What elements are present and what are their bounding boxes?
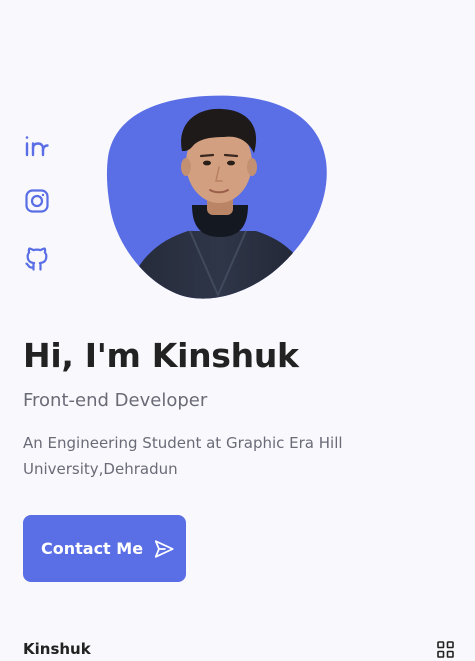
bottom-header: Kinshuk (0, 633, 475, 661)
instagram-icon (25, 189, 49, 213)
send-icon (154, 539, 174, 558)
grid-menu-icon[interactable] (437, 641, 454, 658)
linkedin-icon (25, 136, 49, 157)
profile-photo (106, 95, 328, 301)
linkedin-link[interactable] (23, 132, 51, 160)
hero-title: Hi, I'm Kinshuk (23, 336, 299, 375)
contact-me-label: Contact Me (41, 539, 144, 558)
hero-subtitle: Front-end Developer (23, 390, 208, 411)
github-icon (25, 247, 48, 271)
instagram-link[interactable] (23, 187, 51, 215)
hero-description: An Engineering Student at Graphic Era Hi… (23, 434, 343, 478)
brand-logo[interactable]: Kinshuk (23, 640, 91, 658)
github-link[interactable] (23, 245, 51, 273)
contact-me-button[interactable]: Contact Me (23, 515, 186, 582)
